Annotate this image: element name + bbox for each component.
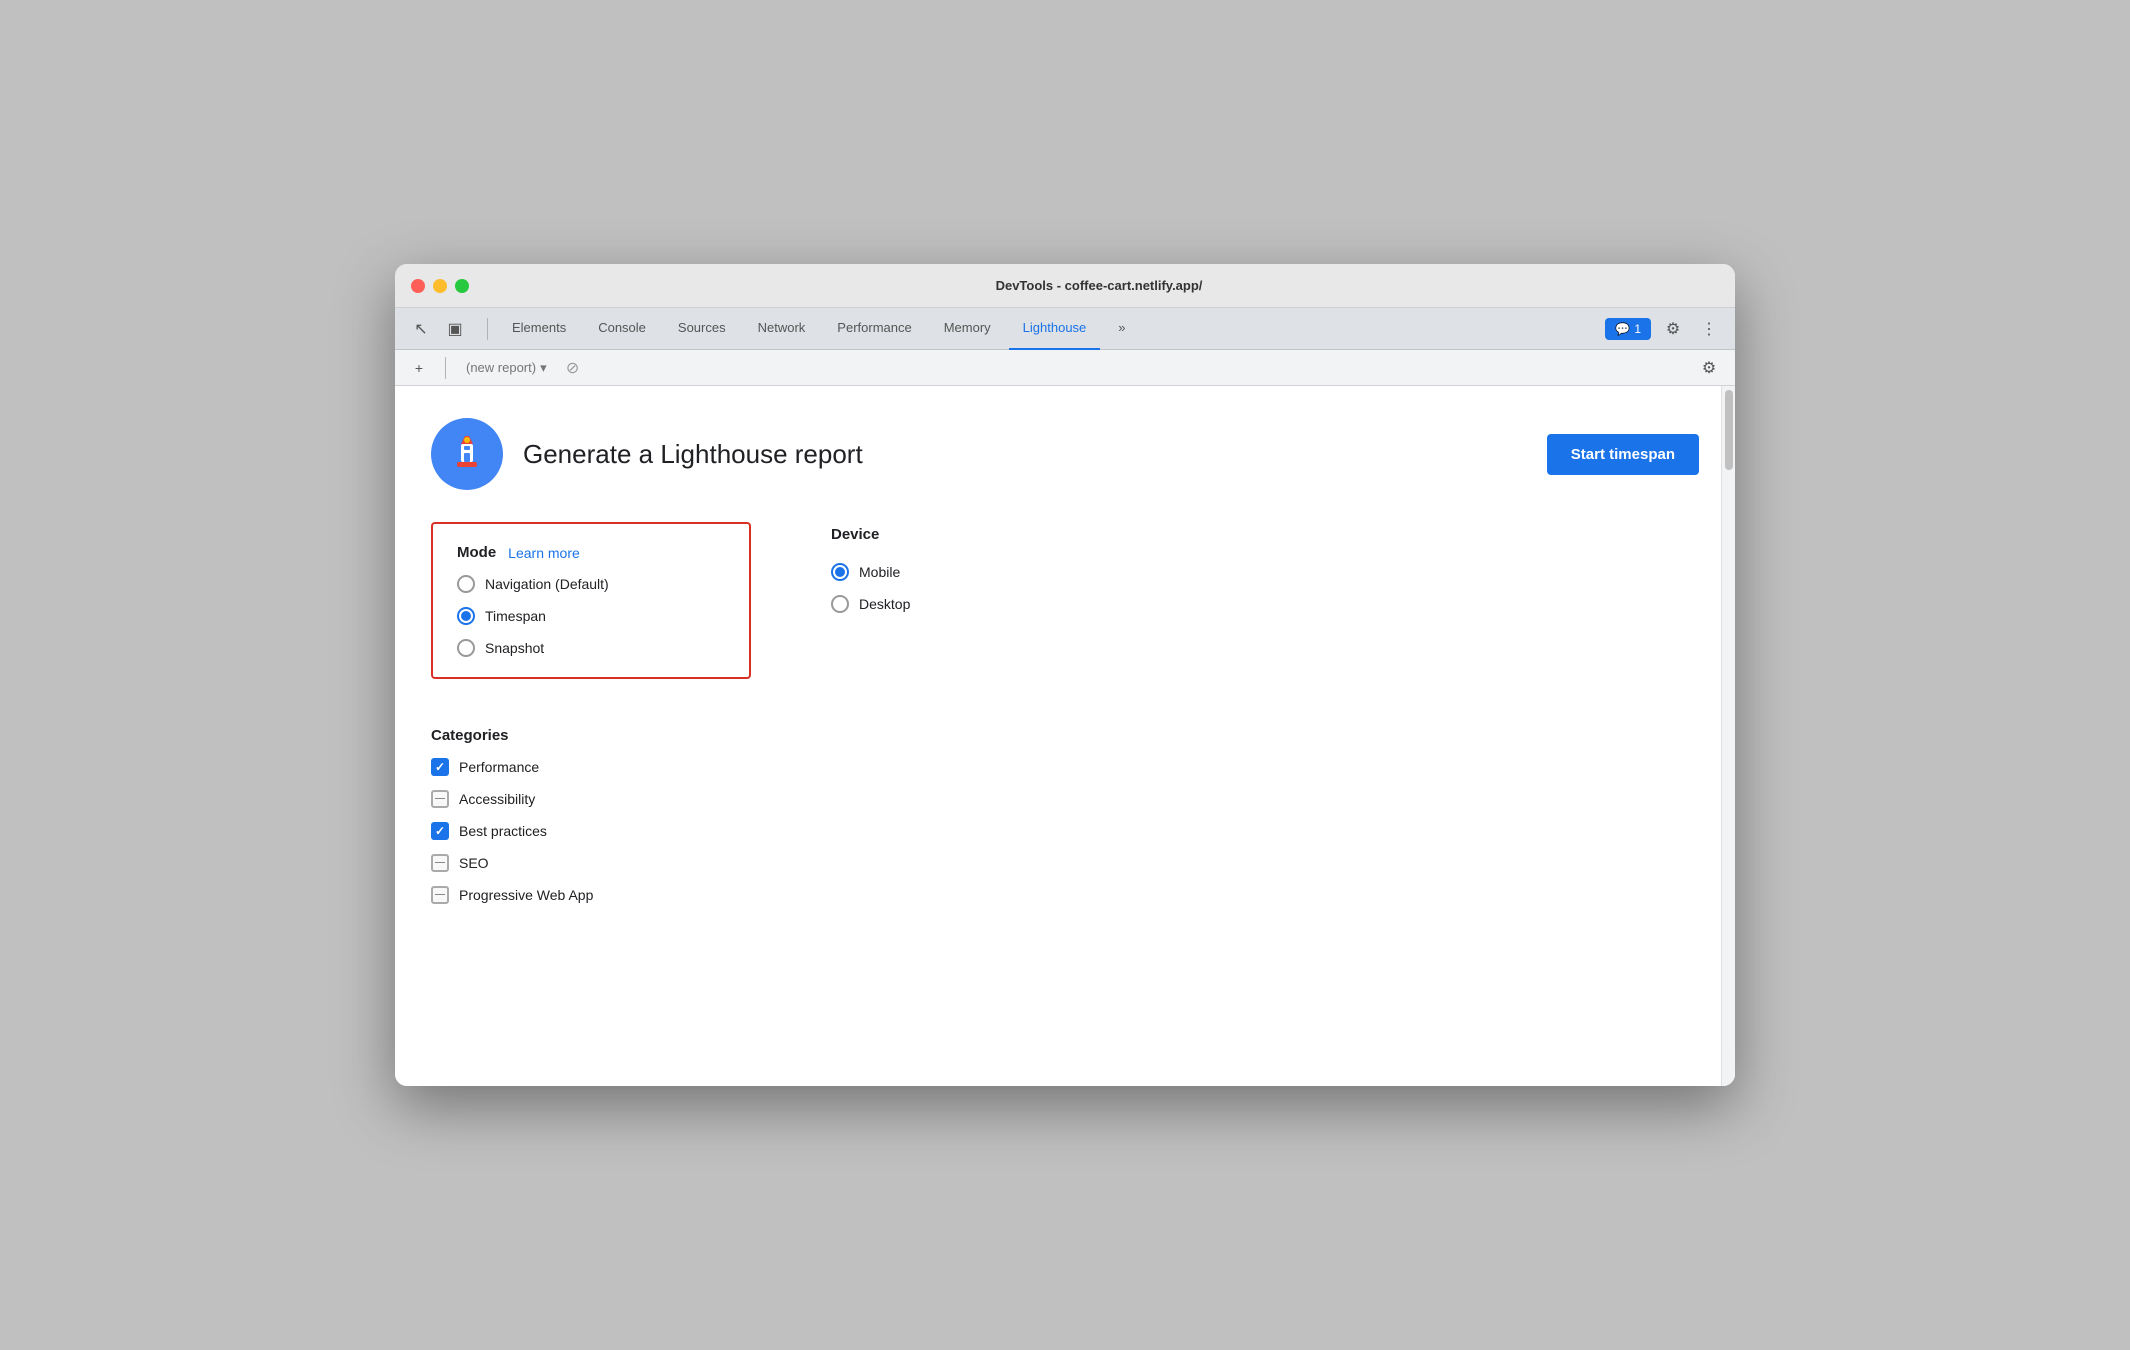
mode-snapshot-radio[interactable]: [457, 639, 475, 657]
lighthouse-logo: [431, 418, 503, 490]
accessibility-checkbox[interactable]: [431, 790, 449, 808]
report-name: (new report): [466, 360, 536, 375]
maximize-button[interactable]: [455, 279, 469, 293]
tab-elements[interactable]: Elements: [498, 308, 580, 350]
scrollbar[interactable]: [1721, 386, 1735, 1086]
settings-icon: ⚙: [1666, 319, 1680, 339]
page-title: Generate a Lighthouse report: [523, 439, 863, 470]
feedback-icon: 💬: [1615, 322, 1630, 336]
mode-label-row: Mode Learn more: [457, 544, 725, 561]
category-performance[interactable]: Performance: [431, 758, 751, 776]
category-items: Performance Accessibility Best practices: [431, 758, 751, 904]
title-bar: DevTools - coffee-cart.netlify.app/: [395, 264, 1735, 308]
sub-settings-icon: ⚙: [1702, 358, 1716, 378]
mode-navigation-radio[interactable]: [457, 575, 475, 593]
categories-section: Categories Performance Accessibility: [431, 727, 751, 904]
more-options-button[interactable]: ⋮: [1695, 315, 1723, 343]
sub-toolbar-divider: [445, 357, 446, 379]
settings-button[interactable]: ⚙: [1659, 315, 1687, 343]
category-pwa[interactable]: Progressive Web App: [431, 886, 751, 904]
devtools-window: DevTools - coffee-cart.netlify.app/ ↖ ▣ …: [395, 264, 1735, 1086]
learn-more-link[interactable]: Learn more: [508, 545, 580, 561]
scroll-thumb[interactable]: [1725, 390, 1733, 470]
layers-icon[interactable]: ▣: [441, 315, 469, 343]
add-report-button[interactable]: +: [407, 356, 431, 380]
mode-snapshot-option[interactable]: Snapshot: [457, 639, 725, 657]
more-vert-icon: ⋮: [1701, 319, 1717, 339]
tab-memory[interactable]: Memory: [930, 308, 1005, 350]
cursor-icon[interactable]: ↖: [407, 315, 435, 343]
tab-network[interactable]: Network: [744, 308, 820, 350]
minimize-button[interactable]: [433, 279, 447, 293]
options-row: Mode Learn more Navigation (Default) Tim…: [431, 522, 1699, 904]
toolbar-divider: [487, 318, 488, 340]
device-mobile-radio[interactable]: [831, 563, 849, 581]
device-desktop-radio[interactable]: [831, 595, 849, 613]
sub-settings-button[interactable]: ⚙: [1695, 354, 1723, 382]
mode-timespan-option[interactable]: Timespan: [457, 607, 725, 625]
tab-lighthouse[interactable]: Lighthouse: [1009, 308, 1101, 350]
feedback-button[interactable]: 💬 1: [1605, 318, 1651, 340]
pwa-checkbox[interactable]: [431, 886, 449, 904]
tab-performance[interactable]: Performance: [823, 308, 925, 350]
feedback-count: 1: [1634, 322, 1641, 336]
mode-label-text: Mode: [457, 544, 496, 561]
right-column: Device Mobile Desktop: [831, 522, 910, 904]
traffic-lights: [411, 279, 469, 293]
tab-sources[interactable]: Sources: [664, 308, 740, 350]
tab-bar-right: 💬 1 ⚙ ⋮: [1605, 315, 1723, 343]
sub-toolbar-settings: ⚙: [1695, 354, 1723, 382]
category-accessibility[interactable]: Accessibility: [431, 790, 751, 808]
sub-toolbar: + (new report) ▾ ⊘ ⚙: [395, 350, 1735, 386]
cancel-icon: ⊘: [566, 358, 579, 378]
category-seo[interactable]: SEO: [431, 854, 751, 872]
mode-navigation-option[interactable]: Navigation (Default): [457, 575, 725, 593]
device-label: Device: [831, 526, 910, 543]
device-mobile-option[interactable]: Mobile: [831, 563, 910, 581]
lighthouse-header: Generate a Lighthouse report Start times…: [431, 418, 1699, 490]
header-left: Generate a Lighthouse report: [431, 418, 863, 490]
toolbar-icons: ↖ ▣: [407, 315, 469, 343]
performance-checkbox[interactable]: [431, 758, 449, 776]
mode-section: Mode Learn more Navigation (Default) Tim…: [431, 522, 751, 679]
device-desktop-option[interactable]: Desktop: [831, 595, 910, 613]
best-practices-checkbox[interactable]: [431, 822, 449, 840]
cancel-report-button[interactable]: ⊘: [561, 356, 585, 380]
tab-bar: ↖ ▣ Elements Console Sources Network Per…: [395, 308, 1735, 350]
tab-console[interactable]: Console: [584, 308, 660, 350]
category-best-practices[interactable]: Best practices: [431, 822, 751, 840]
mode-timespan-radio[interactable]: [457, 607, 475, 625]
seo-checkbox[interactable]: [431, 854, 449, 872]
left-column: Mode Learn more Navigation (Default) Tim…: [431, 522, 751, 904]
start-timespan-button[interactable]: Start timespan: [1547, 434, 1699, 475]
categories-title: Categories: [431, 727, 751, 744]
report-selector[interactable]: (new report) ▾: [460, 358, 553, 378]
main-content: Generate a Lighthouse report Start times…: [395, 386, 1735, 1086]
logo-svg: [439, 426, 495, 482]
tab-overflow-button[interactable]: »: [1104, 308, 1139, 350]
window-title: DevTools - coffee-cart.netlify.app/: [479, 278, 1719, 293]
close-button[interactable]: [411, 279, 425, 293]
chevron-down-icon: ▾: [540, 360, 547, 376]
